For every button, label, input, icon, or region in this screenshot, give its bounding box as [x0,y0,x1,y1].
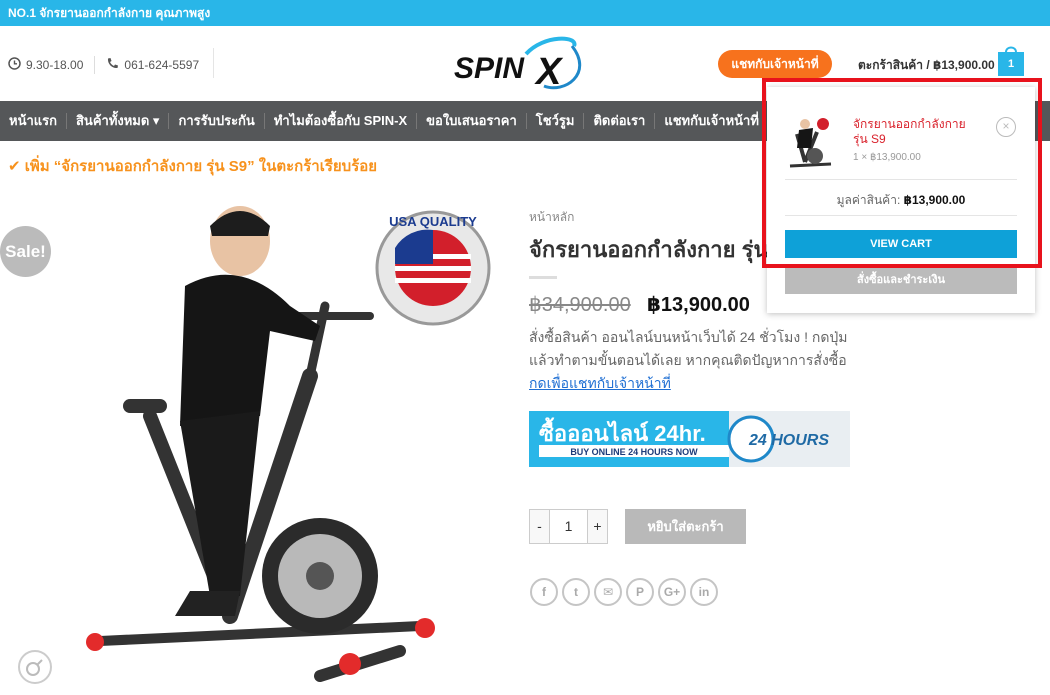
opening-hours: 9.30-18.00 [26,58,84,72]
nav-item-warranty[interactable]: การรับประกัน [169,113,265,129]
highlight-box [762,78,1042,268]
email-icon[interactable]: ✉ [594,578,622,606]
sale-badge: Sale! [0,226,51,277]
chat-link[interactable]: กดเพื่อแชทกับเจ้าหน้าที่ [529,375,671,391]
phone-icon [106,57,119,73]
banner-badge: 24 HOURS [748,432,829,449]
announcement-text: NO.1 จักรยานออกกำลังกาย คุณภาพสูง [8,6,211,20]
quantity-stepper: - 1 + [529,509,608,544]
divider [213,48,214,78]
svg-text:SPIN: SPIN [454,52,525,85]
nav-item-showroom[interactable]: โชว์รูม [527,113,585,129]
added-to-cart-notice: ✔ เพิ่ม “จักรยานออกกำลังกาย รุ่น S9” ในต… [8,158,378,175]
original-price: ฿34,900.00 [529,294,631,316]
contact-info: 9.30-18.00 061-624-5597 [8,48,214,78]
quality-badge-image: USA QUALITY [375,210,491,326]
zoom-icon[interactable] [18,650,52,684]
linkedin-icon[interactable]: in [690,578,718,606]
banner-title: ซื้อออนไลน์ 24hr. [539,417,706,446]
cart-count-badge: 1 [1007,58,1015,70]
title-divider [529,276,557,279]
sale-price: ฿13,900.00 [647,294,750,316]
divider [94,56,96,74]
product-title: จักรยานออกกำลังกาย รุ่น S9 [529,237,802,262]
nav-item-home[interactable]: หน้าแรก [0,113,67,129]
nav-item-why-spinx[interactable]: ทำไมต้องซื้อกับ SPIN-X [265,113,418,129]
add-to-cart-button[interactable]: หยิบใส่ตะกร้า [625,509,746,544]
quantity-decrease-button[interactable]: - [529,509,550,544]
share-buttons: f t ✉ P G+ in [530,578,722,606]
quality-badge-label: USA QUALITY [389,214,477,229]
breadcrumb[interactable]: หน้าหลัก [529,208,574,227]
nav-item-quotation[interactable]: ขอใบเสนอราคา [417,113,527,129]
nav-item-all-products[interactable]: สินค้าทั้งหมด ▾ [67,113,170,129]
top-announcement-bar: NO.1 จักรยานออกกำลังกาย คุณภาพสูง [0,0,1050,26]
quantity-increase-button[interactable]: + [587,509,608,544]
facebook-icon[interactable]: f [530,578,558,606]
checkout-button[interactable]: สั่งซื้อและชำระเงิน [785,266,1017,294]
description-text: สั่งซื้อสินค้า ออนไลน์บนหน้าเว็บได้ 24 ช… [529,329,848,368]
clock-icon [8,57,21,73]
product-short-description: สั่งซื้อสินค้า ออนไลน์บนหน้าเว็บได้ 24 ช… [529,326,849,395]
phone-number[interactable]: 061-624-5597 [124,58,199,72]
buy-online-banner: ซื้อออนไลน์ 24hr. BUY ONLINE 24 HOURS NO… [529,411,850,467]
chat-with-staff-button[interactable]: แชทกับเจ้าหน้าที่ [718,50,832,78]
pinterest-icon[interactable]: P [626,578,654,606]
svg-text:X: X [534,51,564,93]
quantity-input[interactable]: 1 [550,509,587,544]
nav-item-contact[interactable]: ติดต่อเรา [584,113,656,129]
nav-item-chat[interactable]: แชทกับเจ้าหน้าที่ [655,113,768,129]
header-cart-link[interactable]: ตะกร้าสินค้า / ฿13,900.00 [858,56,995,75]
google-plus-icon[interactable]: G+ [658,578,686,606]
banner-subtitle: BUY ONLINE 24 HOURS NOW [570,447,698,457]
twitter-icon[interactable]: t [562,578,590,606]
site-logo[interactable]: SPIN X [454,34,594,94]
product-image[interactable]: USA QUALITY [70,196,500,691]
